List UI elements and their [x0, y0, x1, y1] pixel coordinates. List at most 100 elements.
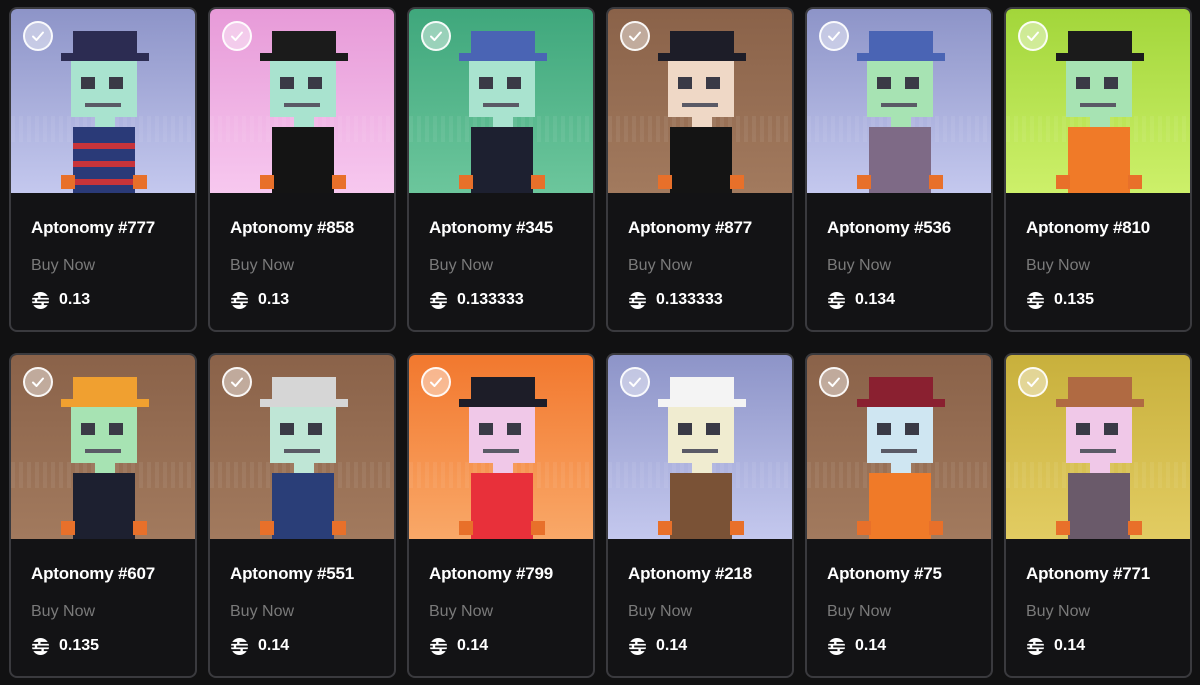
price-value: 0.13	[258, 291, 290, 308]
buy-now-label[interactable]: Buy Now	[230, 602, 394, 622]
nft-name[interactable]: Aptonomy #551	[230, 563, 394, 585]
nft-image[interactable]	[807, 355, 991, 539]
select-checkbox[interactable]	[23, 367, 53, 397]
skull-head	[469, 407, 535, 463]
price-value: 0.135	[59, 637, 100, 654]
buy-now-label[interactable]: Buy Now	[827, 256, 991, 276]
teeth	[284, 449, 320, 453]
buy-now-label[interactable]: Buy Now	[230, 256, 394, 276]
teeth	[483, 449, 519, 453]
nft-card[interactable]: Aptonomy #551 Buy Now 0.14	[208, 353, 396, 678]
right-eye	[706, 423, 720, 435]
nft-image[interactable]	[1006, 355, 1190, 539]
left-eye	[479, 77, 493, 89]
pixel-avatar	[857, 377, 945, 539]
right-eye	[706, 77, 720, 89]
buy-now-label[interactable]: Buy Now	[628, 602, 792, 622]
aptos-token-icon	[31, 637, 50, 655]
select-checkbox[interactable]	[421, 21, 451, 51]
check-icon	[32, 377, 44, 387]
price: 0.13	[230, 290, 394, 310]
right-eye	[1104, 423, 1118, 435]
nft-image[interactable]	[608, 355, 792, 539]
check-icon	[231, 31, 243, 41]
select-checkbox[interactable]	[1018, 21, 1048, 51]
check-icon	[32, 31, 44, 41]
nft-name[interactable]: Aptonomy #345	[429, 217, 593, 239]
select-checkbox[interactable]	[819, 367, 849, 397]
nft-name[interactable]: Aptonomy #607	[31, 563, 195, 585]
nft-image[interactable]	[11, 9, 195, 193]
nft-name[interactable]: Aptonomy #777	[31, 217, 195, 239]
nft-name[interactable]: Aptonomy #771	[1026, 563, 1190, 585]
select-checkbox[interactable]	[620, 21, 650, 51]
check-icon	[629, 31, 641, 41]
nft-card[interactable]: Aptonomy #771 Buy Now 0.14	[1004, 353, 1192, 678]
buy-now-label[interactable]: Buy Now	[429, 602, 593, 622]
select-checkbox[interactable]	[23, 21, 53, 51]
buy-now-label[interactable]: Buy Now	[31, 256, 195, 276]
nft-card[interactable]: Aptonomy #607 Buy Now 0.135	[9, 353, 197, 678]
pixel-avatar	[658, 377, 746, 539]
buy-now-label[interactable]: Buy Now	[429, 256, 593, 276]
select-checkbox[interactable]	[1018, 367, 1048, 397]
check-icon	[430, 377, 442, 387]
select-checkbox[interactable]	[222, 21, 252, 51]
aptos-token-icon	[827, 291, 846, 309]
nft-image[interactable]	[409, 355, 593, 539]
teeth	[85, 449, 121, 453]
nft-card[interactable]: Aptonomy #218 Buy Now 0.14	[606, 353, 794, 678]
select-checkbox[interactable]	[819, 21, 849, 51]
right-eye	[1104, 77, 1118, 89]
pixel-avatar	[658, 31, 746, 193]
buy-now-label[interactable]: Buy Now	[1026, 256, 1190, 276]
pixel-avatar	[61, 377, 149, 539]
nft-name[interactable]: Aptonomy #799	[429, 563, 593, 585]
nft-image[interactable]	[210, 355, 394, 539]
nft-image[interactable]	[11, 355, 195, 539]
left-eye	[81, 423, 95, 435]
nft-image[interactable]	[409, 9, 593, 193]
nft-card[interactable]: Aptonomy #810 Buy Now 0.135	[1004, 7, 1192, 332]
nft-image[interactable]	[608, 9, 792, 193]
nft-name[interactable]: Aptonomy #75	[827, 563, 991, 585]
price-value: 0.14	[457, 637, 489, 654]
nft-card[interactable]: Aptonomy #799 Buy Now 0.14	[407, 353, 595, 678]
teeth	[682, 449, 718, 453]
price: 0.133333	[429, 290, 593, 310]
teeth	[1080, 103, 1116, 107]
nft-card[interactable]: Aptonomy #777 Buy Now 0.13	[9, 7, 197, 332]
aptos-token-icon	[1026, 291, 1045, 309]
buy-now-label[interactable]: Buy Now	[628, 256, 792, 276]
nft-name[interactable]: Aptonomy #858	[230, 217, 394, 239]
nft-card[interactable]: Aptonomy #877 Buy Now 0.133333	[606, 7, 794, 332]
buy-now-label[interactable]: Buy Now	[1026, 602, 1190, 622]
nft-name[interactable]: Aptonomy #877	[628, 217, 792, 239]
right-eye	[905, 77, 919, 89]
select-checkbox[interactable]	[421, 367, 451, 397]
aptos-token-icon	[31, 291, 50, 309]
nft-card[interactable]: Aptonomy #536 Buy Now 0.134	[805, 7, 993, 332]
aptos-token-icon	[429, 637, 448, 655]
nft-card[interactable]: Aptonomy #75 Buy Now 0.14	[805, 353, 993, 678]
buy-now-label[interactable]: Buy Now	[31, 602, 195, 622]
price: 0.133333	[628, 290, 792, 310]
left-eye	[1076, 77, 1090, 89]
left-eye	[81, 77, 95, 89]
select-checkbox[interactable]	[620, 367, 650, 397]
nft-name[interactable]: Aptonomy #536	[827, 217, 991, 239]
nft-image[interactable]	[807, 9, 991, 193]
nft-image[interactable]	[210, 9, 394, 193]
right-eye	[507, 77, 521, 89]
price-value: 0.14	[855, 637, 887, 654]
nft-name[interactable]: Aptonomy #218	[628, 563, 792, 585]
nft-name[interactable]: Aptonomy #810	[1026, 217, 1190, 239]
nft-card[interactable]: Aptonomy #858 Buy Now 0.13	[208, 7, 396, 332]
skull-head	[71, 407, 137, 463]
buy-now-label[interactable]: Buy Now	[827, 602, 991, 622]
left-eye	[877, 77, 891, 89]
select-checkbox[interactable]	[222, 367, 252, 397]
nft-image[interactable]	[1006, 9, 1190, 193]
pixel-avatar	[260, 377, 348, 539]
nft-card[interactable]: Aptonomy #345 Buy Now 0.133333	[407, 7, 595, 332]
